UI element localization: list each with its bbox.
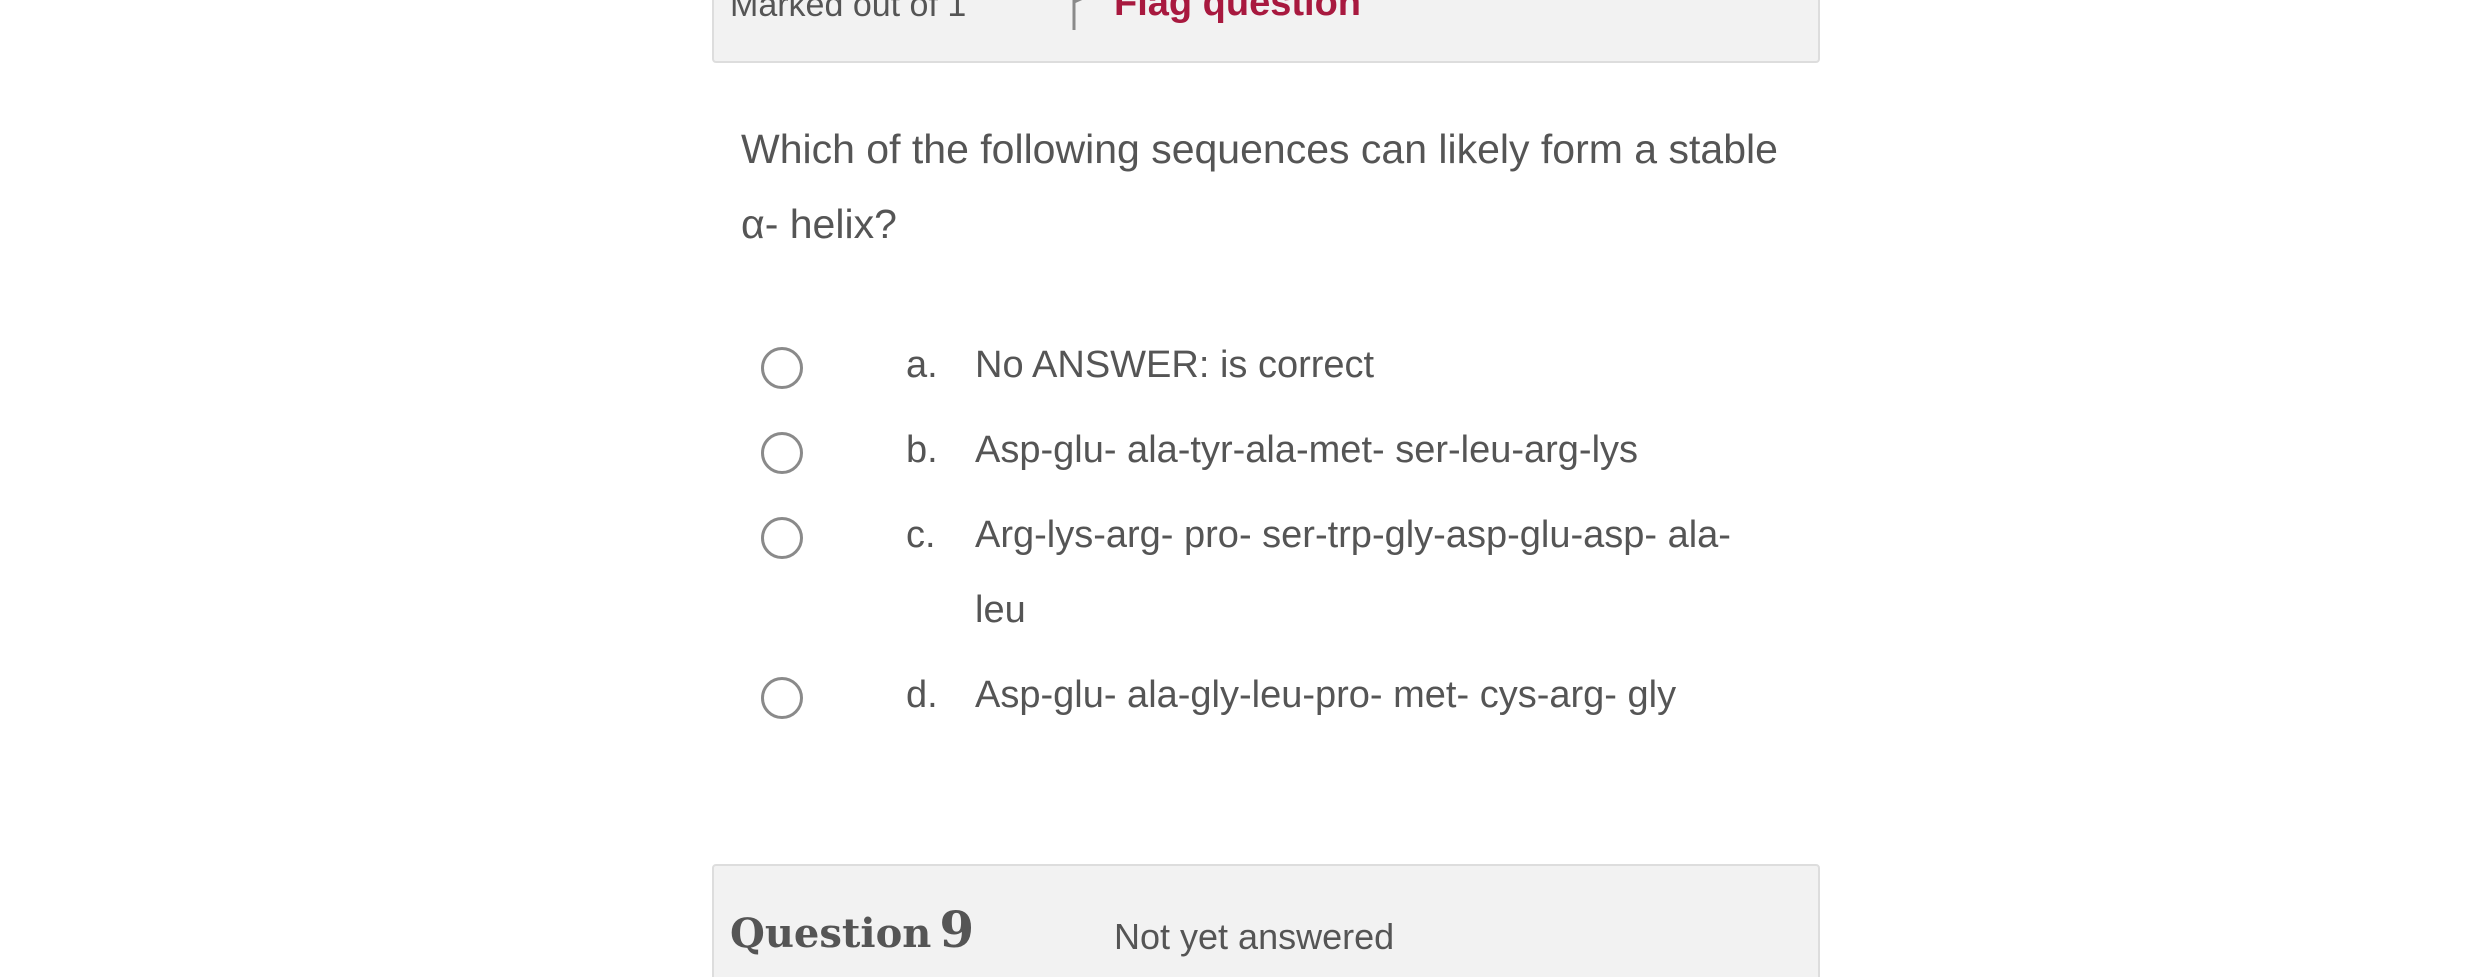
- radio-button[interactable]: [761, 517, 803, 559]
- next-question-info-panel: Question 9 Not yet answered: [712, 864, 1820, 977]
- radio-button[interactable]: [761, 432, 803, 474]
- flag-question-link[interactable]: Flag question: [1114, 0, 1361, 25]
- radio-button[interactable]: [761, 677, 803, 719]
- answer-label[interactable]: Asp-glu- ala-tyr-ala-met- ser-leu-arg-ly…: [975, 413, 1795, 488]
- answer-label[interactable]: Arg-lys-arg- pro- ser-trp-gly-asp-glu-as…: [975, 498, 1765, 648]
- marked-out-text: Marked out of 1: [730, 0, 967, 24]
- question-number: Question 9: [730, 900, 974, 959]
- answer-label[interactable]: No ANSWER: is correct: [975, 328, 1795, 403]
- answer-letter: d.: [906, 674, 938, 716]
- question-info-panel: Marked out of 1 Flag question: [712, 0, 1820, 63]
- radio-button[interactable]: [761, 347, 803, 389]
- answer-letter: b.: [906, 429, 938, 471]
- answer-label[interactable]: Asp-glu- ala-gly-leu-pro- met- cys-arg- …: [975, 658, 1795, 733]
- question-number-value: 9: [939, 900, 975, 959]
- quiz-page: Marked out of 1 Flag question Which of t…: [0, 0, 2491, 977]
- question-label: Question: [730, 910, 932, 957]
- flag-icon[interactable]: [1070, 0, 1096, 32]
- answer-letter: a.: [906, 344, 938, 386]
- answer-state: Not yet answered: [1114, 916, 1395, 957]
- question-text: Which of the following sequences can lik…: [741, 126, 1778, 247]
- answer-letter: c.: [906, 514, 936, 556]
